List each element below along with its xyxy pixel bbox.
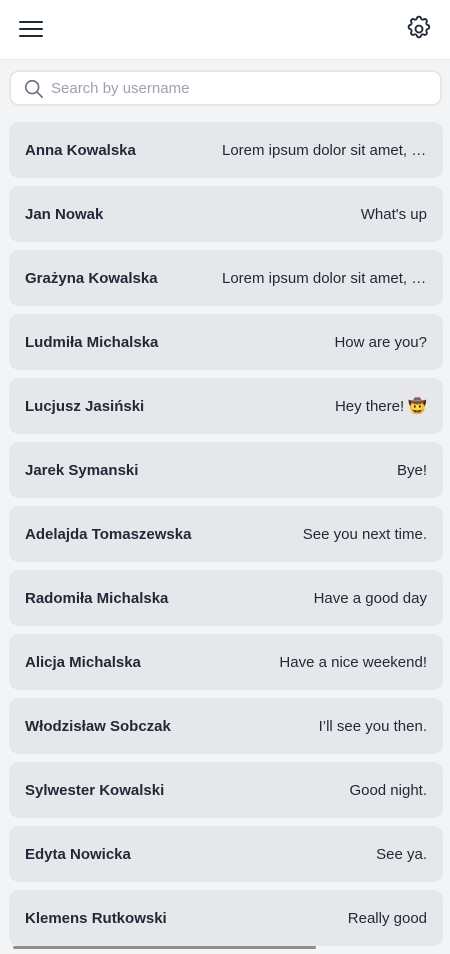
chat-last-message: Hey there! 🤠 <box>334 398 427 415</box>
chat-list-item[interactable]: Klemens Rutkowski Really good <box>9 890 443 946</box>
chat-username: Anna Kowalska <box>25 141 136 159</box>
chat-last-message: Bye! <box>396 461 427 479</box>
gear-icon <box>407 15 431 39</box>
chat-last-message: See ya. <box>376 845 427 863</box>
settings-button[interactable] <box>402 12 436 46</box>
chat-username: Lucjusz Jasiński <box>25 397 145 415</box>
chat-username: Włodzisław Sobczak <box>25 717 171 735</box>
chat-username: Edyta Nowicka <box>25 845 131 863</box>
chat-last-message: What's up <box>360 205 427 223</box>
chat-username: Alicja Michalska <box>25 653 141 671</box>
chat-list-item[interactable]: Edyta Nowicka See ya. <box>9 826 443 882</box>
chat-list-item[interactable]: Grażyna Kowalska Lorem ipsum dolor sit am… <box>9 250 443 306</box>
search-icon <box>24 79 44 99</box>
chat-list-item[interactable]: Anna Kowalska Lorem ipsum dolor sit amet,… <box>9 122 443 178</box>
chat-list-item[interactable]: Jarek Symanski Bye! <box>9 442 443 498</box>
chat-last-message: Have a nice weekend! <box>279 653 427 671</box>
chat-list-item[interactable]: Lucjusz Jasiński Hey there! 🤠 <box>9 378 443 434</box>
chat-last-message: Lorem ipsum dolor sit amet, consectetur <box>222 141 427 159</box>
chat-list: Anna Kowalska Lorem ipsum dolor sit amet,… <box>9 122 443 954</box>
chat-username: Jarek Symanski <box>25 461 139 479</box>
chat-username: Grażyna Kowalska <box>25 269 158 287</box>
menu-button[interactable] <box>14 12 48 46</box>
chat-last-message: How are you? <box>334 333 427 351</box>
hamburger-menu-icon <box>19 21 43 37</box>
chat-list-item[interactable]: Ludmiła Michalska How are you? <box>9 314 443 370</box>
search-input[interactable] <box>51 72 436 104</box>
chat-list-item[interactable]: Włodzisław Sobczak I’ll see you then. <box>9 698 443 754</box>
chat-last-message: Good night. <box>349 781 427 799</box>
chat-username: Klemens Rutkowski <box>25 909 167 927</box>
chat-username: Adelajda Tomaszewska <box>25 525 192 543</box>
chat-list-item[interactable]: Jan Nowak What's up <box>9 186 443 242</box>
chat-list-item[interactable]: Sylwester Kowalski Good night. <box>9 762 443 818</box>
chat-last-message: See you next time. <box>302 525 427 543</box>
chat-list-item[interactable]: Radomiła Michalska Have a good day <box>9 570 443 626</box>
chat-last-message: Have a good day <box>313 589 427 607</box>
horizontal-scrollbar[interactable] <box>13 946 316 949</box>
chat-last-message: I’ll see you then. <box>318 717 427 735</box>
chat-list-item[interactable]: Alicja Michalska Have a nice weekend! <box>9 634 443 690</box>
chat-last-message: Really good <box>347 909 427 927</box>
chat-last-message: Lorem ipsum dolor sit amet, consectetur <box>222 269 427 287</box>
chat-username: Jan Nowak <box>25 205 104 223</box>
chat-username: Ludmiła Michalska <box>25 333 159 351</box>
chat-username: Radomiła Michalska <box>25 589 169 607</box>
chat-username: Sylwester Kowalski <box>25 781 165 799</box>
chat-list-item[interactable]: Adelajda Tomaszewska See you next time. <box>9 506 443 562</box>
search-box <box>9 70 442 106</box>
top-bar <box>0 0 450 60</box>
